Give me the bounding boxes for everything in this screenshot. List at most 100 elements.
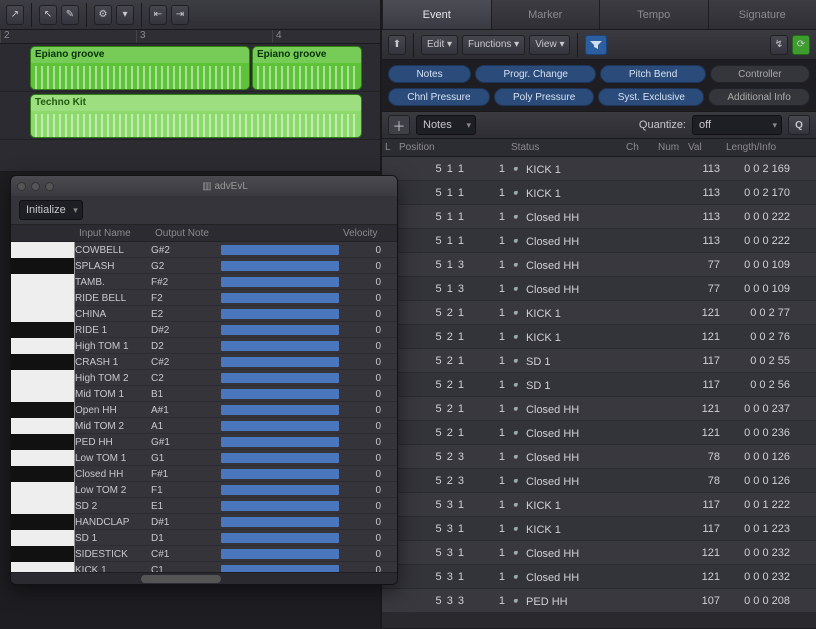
filter-pill[interactable]: Poly Pressure: [494, 88, 595, 106]
midi-region[interactable]: Epiano groove: [30, 46, 250, 90]
piano-key[interactable]: [11, 450, 75, 466]
scrollbar-thumb[interactable]: [141, 575, 221, 583]
piano-key[interactable]: [11, 338, 75, 354]
velocity-bar[interactable]: [221, 453, 339, 463]
filter-pill[interactable]: Syst. Exclusive: [598, 88, 704, 106]
window-titlebar[interactable]: ▥advEvL: [11, 176, 397, 196]
piano-key[interactable]: [11, 546, 75, 562]
filter-pill[interactable]: Progr. Change: [475, 65, 596, 83]
view-menu[interactable]: View ▾: [529, 35, 570, 55]
mapping-row[interactable]: SD 2E10: [11, 498, 397, 514]
quantize-select[interactable]: off: [692, 115, 782, 135]
velocity-bar[interactable]: [221, 389, 339, 399]
velocity-bar[interactable]: [221, 405, 339, 415]
piano-key[interactable]: [11, 530, 75, 546]
initialize-menu[interactable]: Initialize: [19, 200, 83, 220]
filter-pill[interactable]: Additional Info: [708, 88, 810, 106]
velocity-bar[interactable]: [221, 485, 339, 495]
velocity-bar[interactable]: [221, 341, 339, 351]
velocity-bar[interactable]: [221, 421, 339, 431]
column-header[interactable]: Val: [685, 142, 723, 153]
event-row[interactable]: 5 1 31 Closed HH770 0 0 109: [382, 253, 816, 277]
column-header[interactable]: Input Name: [75, 228, 151, 239]
back-icon[interactable]: ⬆: [388, 35, 406, 55]
tab-event[interactable]: Event: [382, 0, 491, 29]
event-row[interactable]: 5 3 11 KICK 11170 0 1 222: [382, 493, 816, 517]
mapping-row[interactable]: SD 1D10: [11, 530, 397, 546]
velocity-bar[interactable]: [221, 277, 339, 287]
event-row[interactable]: 5 2 31 Closed HH780 0 0 126: [382, 469, 816, 493]
piano-key[interactable]: [11, 434, 75, 450]
event-row[interactable]: 5 3 11 Closed HH1210 0 0 232: [382, 565, 816, 589]
horizontal-scrollbar[interactable]: [11, 572, 397, 584]
mapping-row[interactable]: RIDE 1D#20: [11, 322, 397, 338]
event-row[interactable]: 5 2 11 KICK 11210 0 2 76: [382, 325, 816, 349]
piano-key[interactable]: [11, 258, 75, 274]
zoom-icon[interactable]: [45, 182, 54, 191]
add-event-button[interactable]: ＋: [388, 115, 410, 135]
mapping-row[interactable]: HANDCLAPD#10: [11, 514, 397, 530]
piano-key[interactable]: [11, 514, 75, 530]
gear-icon[interactable]: ⚙: [94, 5, 112, 25]
piano-key[interactable]: [11, 322, 75, 338]
piano-key[interactable]: [11, 498, 75, 514]
event-row[interactable]: 5 2 11 SD 11170 0 2 56: [382, 373, 816, 397]
velocity-bar[interactable]: [221, 325, 339, 335]
dropdown-icon[interactable]: ▾: [116, 5, 134, 25]
mapping-row[interactable]: Mid TOM 1B10: [11, 386, 397, 402]
column-header[interactable]: Velocity: [339, 228, 387, 239]
mapping-row[interactable]: RIDE BELLF20: [11, 290, 397, 306]
mapping-row[interactable]: PED HHG#10: [11, 434, 397, 450]
mapping-row[interactable]: Closed HHF#10: [11, 466, 397, 482]
velocity-bar[interactable]: [221, 357, 339, 367]
piano-key[interactable]: [11, 290, 75, 306]
piano-key[interactable]: [11, 402, 75, 418]
column-header[interactable]: Ch: [623, 142, 655, 153]
filter-pill[interactable]: Chnl Pressure: [388, 88, 490, 106]
velocity-bar[interactable]: [221, 293, 339, 303]
tab-signature[interactable]: Signature: [708, 0, 816, 29]
filter-pill[interactable]: Pitch Bend: [600, 65, 705, 83]
piano-key[interactable]: [11, 482, 75, 498]
filter-icon[interactable]: [585, 35, 607, 55]
column-header[interactable]: Output Note: [151, 228, 221, 239]
mapping-row[interactable]: Low TOM 1G10: [11, 450, 397, 466]
velocity-bar[interactable]: [221, 373, 339, 383]
event-row[interactable]: 5 1 11 Closed HH1130 0 0 222: [382, 229, 816, 253]
event-row[interactable]: 5 2 11 Closed HH1210 0 0 236: [382, 421, 816, 445]
mapping-row[interactable]: SPLASHG20: [11, 258, 397, 274]
piano-key[interactable]: [11, 274, 75, 290]
piano-key[interactable]: [11, 386, 75, 402]
event-row[interactable]: 5 2 11 SD 11170 0 2 55: [382, 349, 816, 373]
velocity-bar[interactable]: [221, 245, 339, 255]
mapping-row[interactable]: High TOM 2C20: [11, 370, 397, 386]
midi-region[interactable]: Techno Kit: [30, 94, 362, 138]
velocity-bar[interactable]: [221, 501, 339, 511]
edit-menu[interactable]: Edit ▾: [421, 35, 458, 55]
mapping-row[interactable]: CRASH 1C#20: [11, 354, 397, 370]
column-header[interactable]: Length/Info: [723, 142, 793, 153]
event-row[interactable]: 5 2 11 KICK 11210 0 2 77: [382, 301, 816, 325]
snap-next-icon[interactable]: ⇥: [171, 5, 189, 25]
column-header[interactable]: Position: [396, 142, 468, 153]
piano-key[interactable]: [11, 466, 75, 482]
column-header[interactable]: Status: [508, 142, 623, 153]
mapping-row[interactable]: COWBELLG#20: [11, 242, 397, 258]
pointer-tool-icon[interactable]: ↖: [39, 5, 57, 25]
piano-key[interactable]: [11, 418, 75, 434]
column-header[interactable]: Num: [655, 142, 685, 153]
velocity-bar[interactable]: [221, 469, 339, 479]
velocity-bar[interactable]: [221, 549, 339, 559]
tab-tempo[interactable]: Tempo: [599, 0, 708, 29]
event-row[interactable]: 5 2 11 Closed HH1210 0 0 237: [382, 397, 816, 421]
event-row[interactable]: 5 3 11 KICK 11170 0 1 223: [382, 517, 816, 541]
mapping-row[interactable]: SIDESTICKC#10: [11, 546, 397, 562]
mapping-row[interactable]: CHINAE20: [11, 306, 397, 322]
mapping-list[interactable]: COWBELLG#20SPLASHG20TAMB.F#20RIDE BELLF2…: [11, 242, 397, 572]
event-row[interactable]: 5 1 31 Closed HH770 0 0 109: [382, 277, 816, 301]
event-row[interactable]: 5 1 11 KICK 11130 0 2 169: [382, 157, 816, 181]
close-icon[interactable]: [17, 182, 26, 191]
mapping-row[interactable]: KICK 1C10: [11, 562, 397, 572]
mapping-row[interactable]: Mid TOM 2A10: [11, 418, 397, 434]
velocity-bar[interactable]: [221, 261, 339, 271]
